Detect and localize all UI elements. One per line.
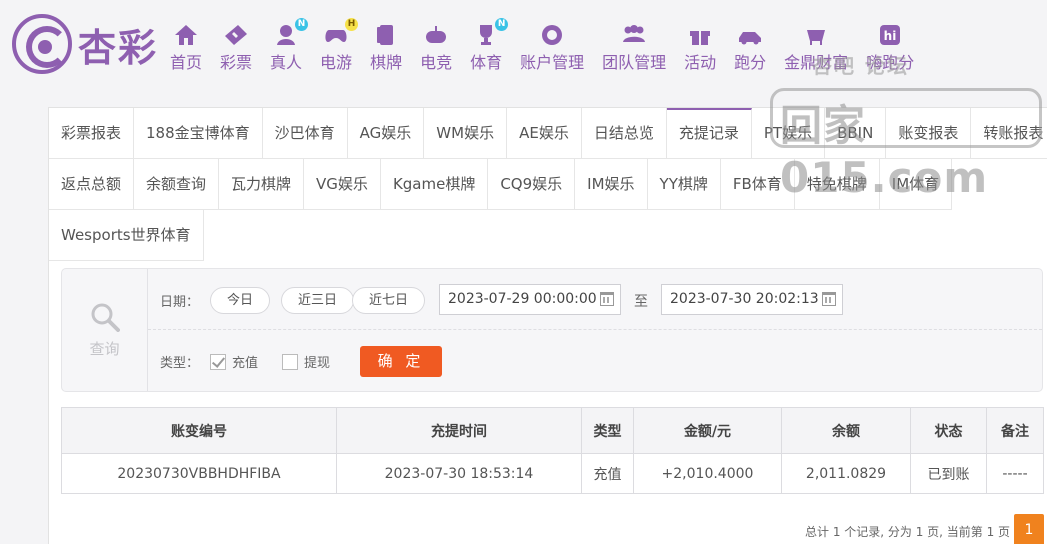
checkbox-checked-icon	[210, 353, 226, 370]
last-three-days-button[interactable]: 近三日	[281, 287, 355, 314]
deposit-checkbox[interactable]: 充值	[210, 352, 258, 371]
records-table: 账变编号 充提时间 类型 金额/元 余额 状态 备注 20230730VBBHD…	[61, 407, 1044, 494]
nav-lottery[interactable]: 彩票	[220, 22, 252, 73]
logo-mark-icon	[12, 14, 72, 74]
to-label: 至	[634, 294, 648, 310]
brand-logo[interactable]: 杏彩	[12, 14, 158, 74]
tab-wesports[interactable]: Wesports世界体育	[49, 210, 204, 261]
col-status: 状态	[910, 407, 987, 454]
col-type: 类型	[581, 407, 634, 454]
account-icon	[538, 22, 566, 48]
tab-188-sports[interactable]: 188金宝博体育	[134, 108, 263, 159]
esports-controller-icon	[422, 22, 450, 48]
tab-kgame[interactable]: Kgame棋牌	[380, 159, 489, 210]
watermark-top-text: 杏吧 论坛	[812, 54, 909, 78]
tab-daily-overview[interactable]: 日结总览	[581, 108, 667, 159]
start-date-input[interactable]: 2023-07-29 00:00:00	[439, 284, 621, 315]
new-badge: N	[495, 18, 509, 31]
tab-vg[interactable]: VG娱乐	[304, 159, 381, 210]
query-label: 查询	[89, 339, 120, 358]
cell-change-no: 20230730VBBHDHFIBA	[61, 453, 337, 494]
nav-chess[interactable]: 棋牌	[370, 22, 402, 73]
tab-yy-chess[interactable]: YY棋牌	[647, 159, 721, 210]
col-change-no: 账变编号	[61, 407, 337, 454]
nav-sports[interactable]: N 体育	[470, 18, 509, 73]
type-label: 类型：	[160, 356, 200, 371]
tab-im[interactable]: IM娱乐	[575, 159, 648, 210]
tab-cq9[interactable]: CQ9娱乐	[488, 159, 576, 210]
car-icon	[736, 22, 764, 48]
calendar-icon[interactable]	[600, 292, 614, 306]
nav-activity[interactable]: 活动	[684, 22, 716, 73]
nav-esports[interactable]: 电竞	[420, 22, 452, 73]
col-time: 充提时间	[336, 407, 582, 454]
nav-paofen[interactable]: 跑分	[734, 22, 766, 73]
tab-wm[interactable]: WM娱乐	[424, 108, 508, 159]
col-balance: 余额	[781, 407, 911, 454]
cell-remark: -----	[986, 453, 1044, 494]
svg-text:hi: hi	[884, 29, 897, 43]
confirm-button[interactable]: 确 定	[360, 346, 442, 377]
table-row: 20230730VBBHDHFIBA 2023-07-30 18:53:14 充…	[61, 453, 1044, 494]
cauldron-icon	[802, 22, 830, 48]
nav-home[interactable]: 首页	[170, 22, 202, 73]
hot-badge: H	[345, 18, 359, 31]
tab-rebate-total[interactable]: 返点总额	[49, 159, 135, 210]
nav-egames[interactable]: H 电游	[320, 18, 359, 73]
checkbox-unchecked-icon	[282, 353, 298, 370]
home-icon	[172, 22, 200, 48]
gift-icon	[686, 22, 714, 48]
date-row: 日期： 今日 近三日 近七日 2023-07-29 00:00:00 至 202…	[148, 269, 1042, 330]
query-box: 查询 日期： 今日 近三日 近七日 2023-07-29 00:00:00 至 …	[61, 268, 1043, 392]
hi-icon: hi	[876, 22, 904, 48]
search-icon	[91, 303, 120, 332]
table-header-row: 账变编号 充提时间 类型 金额/元 余额 状态 备注	[61, 407, 1044, 454]
nav-account[interactable]: 账户管理	[520, 22, 584, 73]
gamepad-icon: H	[322, 18, 359, 48]
cell-balance: 2,011.0829	[781, 453, 911, 494]
type-row: 类型： 充值 提现 确 定	[148, 330, 1042, 391]
lottery-ticket-icon	[222, 22, 250, 48]
last-seven-days-button[interactable]: 近七日	[352, 287, 426, 314]
brand-name: 杏彩	[78, 24, 159, 70]
col-amount: 金额/元	[633, 407, 782, 454]
cards-icon	[372, 22, 400, 48]
watermark-main-text: 回家015.com	[780, 101, 989, 202]
team-icon	[620, 22, 648, 48]
date-label: 日期：	[160, 295, 200, 310]
nav-live[interactable]: N 真人	[270, 18, 309, 73]
tab-lottery-report[interactable]: 彩票报表	[49, 108, 135, 159]
tab-ag[interactable]: AG娱乐	[347, 108, 425, 159]
live-dealer-icon: N	[272, 18, 309, 48]
cell-status: 已到账	[910, 453, 987, 494]
cell-time: 2023-07-30 18:53:14	[336, 453, 582, 494]
query-side[interactable]: 查询	[62, 269, 148, 391]
tab-wali-chess[interactable]: 瓦力棋牌	[219, 159, 305, 210]
tab-saba-sports[interactable]: 沙巴体育	[262, 108, 348, 159]
tab-balance-query[interactable]: 余额查询	[134, 159, 220, 210]
end-date-input[interactable]: 2023-07-30 20:02:13	[661, 284, 843, 315]
new-badge: N	[295, 18, 309, 31]
cell-amount: +2,010.4000	[633, 453, 782, 494]
pager-info: 总计 1 个记录, 分为 1 页, 当前第 1 页	[805, 525, 1011, 539]
trophy-icon: N	[472, 18, 509, 48]
withdraw-checkbox[interactable]: 提现	[282, 352, 330, 371]
col-remark: 备注	[986, 407, 1044, 454]
nav-team[interactable]: 团队管理	[602, 22, 666, 73]
report-tabs-row3: Wesports世界体育	[49, 210, 1047, 261]
cell-type: 充值	[581, 453, 634, 494]
tab-deposit-withdraw[interactable]: 充提记录	[666, 108, 752, 159]
calendar-icon[interactable]	[822, 292, 836, 306]
page-1-button[interactable]: 1	[1014, 514, 1044, 544]
today-button[interactable]: 今日	[210, 287, 271, 314]
tab-ae[interactable]: AE娱乐	[507, 108, 582, 159]
